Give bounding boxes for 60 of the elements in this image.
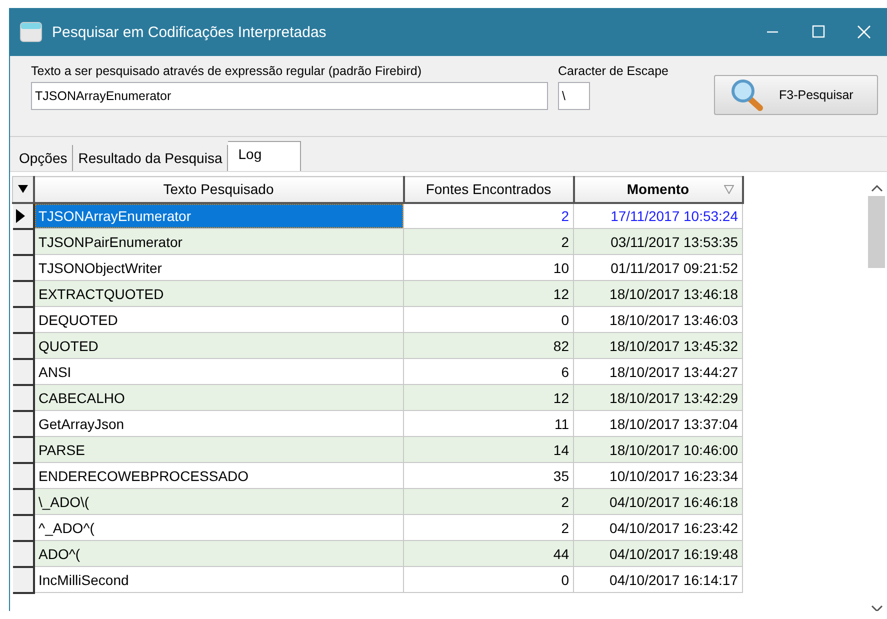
menu-caret-icon[interactable] bbox=[18, 184, 28, 194]
scroll-thumb[interactable] bbox=[868, 196, 885, 268]
table-cell: 18/10/2017 13:42:29 bbox=[574, 384, 742, 410]
window-title: Pesquisar em Codificações Interpretadas bbox=[52, 24, 328, 40]
row-indicator[interactable] bbox=[12, 254, 34, 280]
table-cell: 17/11/2017 10:53:24 bbox=[574, 202, 742, 228]
table-cell: PARSE bbox=[34, 436, 404, 462]
table-cell: 18/10/2017 10:46:00 bbox=[574, 436, 742, 462]
table-cell: 2 bbox=[404, 202, 574, 228]
table-cell: 04/10/2017 16:14:17 bbox=[574, 566, 742, 592]
column-header[interactable]: Texto Pesquisado bbox=[34, 176, 404, 202]
search-button[interactable]: F3-Pesquisar bbox=[714, 75, 878, 115]
row-indicator[interactable] bbox=[12, 280, 34, 306]
table-cell: 12 bbox=[404, 384, 574, 410]
table-cell: 18/10/2017 13:45:32 bbox=[574, 332, 742, 358]
tab[interactable]: Log bbox=[228, 141, 301, 171]
table-cell: IncMilliSecond bbox=[34, 566, 404, 592]
row-indicator[interactable] bbox=[12, 358, 34, 384]
row-indicator[interactable] bbox=[12, 436, 34, 462]
row-indicator[interactable] bbox=[12, 566, 34, 592]
row-indicator[interactable] bbox=[12, 540, 34, 566]
row-indicator[interactable] bbox=[12, 488, 34, 514]
row-indicator[interactable] bbox=[12, 514, 34, 540]
table-cell: 44 bbox=[404, 540, 574, 566]
table-cell: ADO^( bbox=[34, 540, 404, 566]
table-cell: CABECALHO bbox=[34, 384, 404, 410]
table-cell: EXTRACTQUOTED bbox=[34, 280, 404, 306]
table-cell: 2 bbox=[404, 228, 574, 254]
row-indicator[interactable] bbox=[12, 228, 34, 254]
table-cell: 04/10/2017 16:46:18 bbox=[574, 488, 742, 514]
magnifier-icon bbox=[731, 79, 765, 111]
table-cell: 0 bbox=[404, 566, 574, 592]
table-cell: TJSONArrayEnumerator bbox=[34, 202, 404, 228]
row-indicator[interactable] bbox=[12, 202, 34, 228]
scroll-down-icon[interactable] bbox=[870, 605, 882, 611]
escape-field[interactable]: \ bbox=[558, 82, 590, 110]
table-cell: QUOTED bbox=[34, 332, 404, 358]
row-indicator[interactable] bbox=[12, 332, 34, 358]
table-cell: 12 bbox=[404, 280, 574, 306]
table-cell: 14 bbox=[404, 436, 574, 462]
table-cell: 82 bbox=[404, 332, 574, 358]
table-cell: TJSONPairEnumerator bbox=[34, 228, 404, 254]
table-cell: \_ADO\( bbox=[34, 488, 404, 514]
column-header[interactable]: Momento bbox=[574, 176, 742, 202]
column-header[interactable]: Fontes Encontrados bbox=[404, 176, 574, 202]
table-cell: 03/11/2017 13:53:35 bbox=[574, 228, 742, 254]
search-field[interactable]: TJSONArrayEnumerator bbox=[31, 82, 548, 110]
sort-icon bbox=[724, 184, 734, 194]
row-indicator[interactable] bbox=[12, 306, 34, 332]
app-icon bbox=[20, 22, 42, 42]
row-indicator[interactable] bbox=[12, 384, 34, 410]
current-row-icon bbox=[16, 208, 24, 222]
table-cell: 04/10/2017 16:19:48 bbox=[574, 540, 742, 566]
row-indicator[interactable] bbox=[12, 410, 34, 436]
escape-label: Caracter de Escape bbox=[558, 64, 668, 78]
scroll-up-icon[interactable] bbox=[870, 184, 882, 192]
table-cell: 18/10/2017 13:46:18 bbox=[574, 280, 742, 306]
table-cell: 2 bbox=[404, 488, 574, 514]
search-label: Texto a ser pesquisado através de expressão regular (padrão Firebird) bbox=[31, 64, 422, 78]
row-indicator[interactable] bbox=[12, 462, 34, 488]
